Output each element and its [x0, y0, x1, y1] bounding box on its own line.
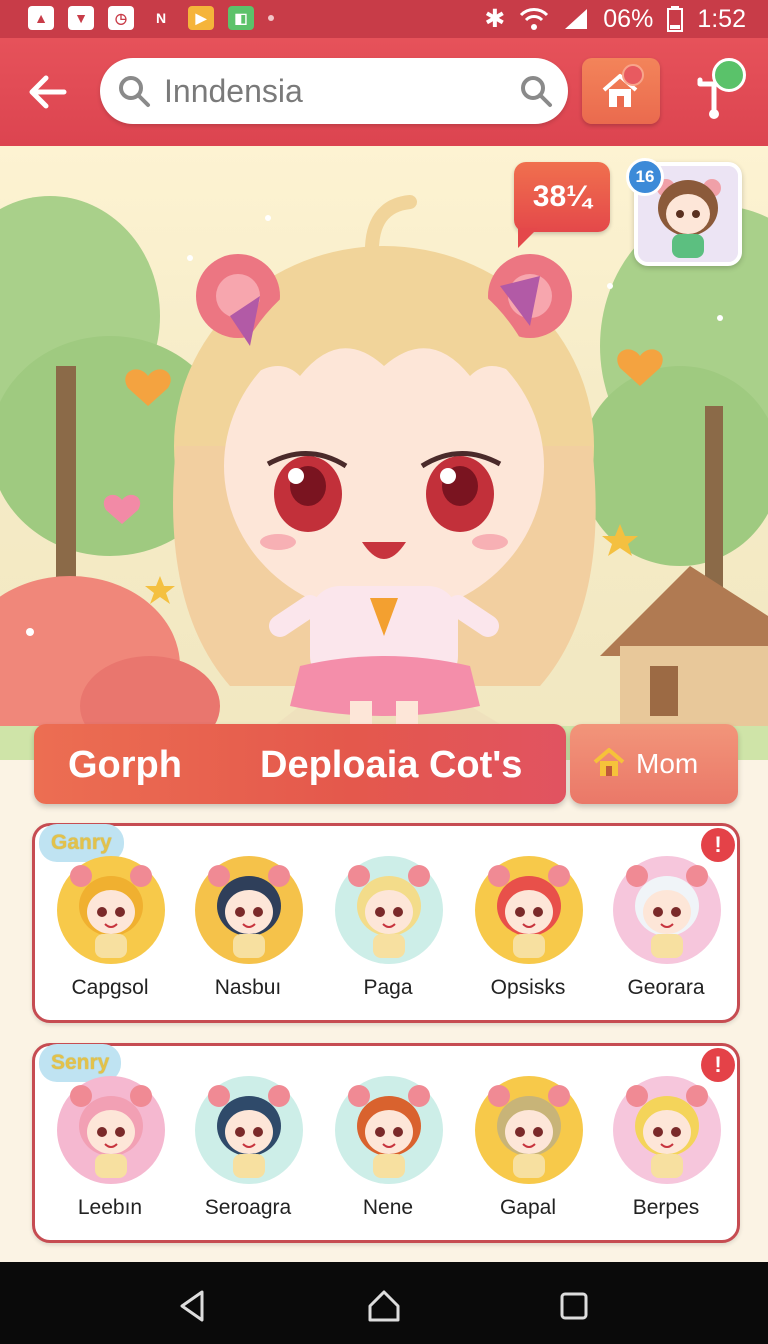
character-name: Capgsol: [71, 976, 149, 999]
battery-icon: [667, 6, 684, 32]
character-avatar: [195, 856, 303, 964]
character-item[interactable]: Opsisks: [463, 854, 593, 1014]
app-header: [0, 38, 768, 146]
search-icon: [119, 76, 150, 107]
battery-percent: 06%: [603, 5, 654, 33]
character-name: Gapal: [499, 1196, 557, 1219]
character-item[interactable]: Berpes: [601, 1074, 731, 1234]
home-button[interactable]: [582, 58, 660, 124]
character-row-2: Senry ! Leebın Seroagra Nene Gapal Berpes: [32, 1043, 740, 1243]
more-notifications-dot: [268, 15, 274, 21]
app-notification-icon: ▲: [28, 6, 54, 30]
status-bar: ▲ ▼ ◷ N ▶ ◧ ✱ 06% 1:52: [0, 0, 768, 38]
character-avatar: [57, 1076, 165, 1184]
character-item[interactable]: Gapal: [463, 1074, 593, 1234]
house-icon: [593, 748, 625, 776]
android-nav-bar: [0, 1262, 768, 1344]
chat-badge-icon: [712, 58, 746, 92]
gorph-deploy-button[interactable]: Gorph Deploaia Cot's: [34, 724, 566, 804]
character-name: Nasbuı: [214, 976, 282, 999]
character-item[interactable]: Seroagra: [183, 1074, 313, 1234]
character-item[interactable]: Leebın: [45, 1074, 175, 1234]
character-item[interactable]: Nene: [323, 1074, 453, 1234]
wifi-icon: [520, 8, 549, 30]
character-name: Leebın: [77, 1196, 143, 1219]
signal-icon: [565, 9, 588, 29]
mom-button[interactable]: Mom: [570, 724, 738, 804]
back-arrow-icon[interactable]: [24, 66, 72, 118]
deploaia-label: Deploaia Cot's: [260, 744, 523, 786]
character-name: Paga: [363, 976, 413, 999]
character-avatar: [195, 1076, 303, 1184]
character-item[interactable]: Capgsol: [45, 854, 175, 1014]
character-avatar: [475, 856, 583, 964]
clock-notification-icon: ◷: [108, 6, 134, 30]
download-notification-icon: ▼: [68, 6, 94, 30]
notification-icons: ▲ ▼ ◷ N ▶ ◧: [28, 6, 274, 30]
character-avatar: [613, 1076, 721, 1184]
nav-recents-icon[interactable]: [554, 1286, 594, 1326]
character-row-1: Ganry ! Capgsol Nasbuı Paga Opsisks Georara: [32, 823, 740, 1023]
search-input[interactable]: [164, 68, 494, 114]
character-avatar: [57, 856, 165, 964]
search-submit-icon[interactable]: [518, 73, 554, 109]
netflix-notification-icon: N: [155, 10, 167, 26]
character-item[interactable]: Nasbuı: [183, 854, 313, 1014]
mom-label: Mom: [636, 748, 699, 779]
character-name: Berpes: [632, 1196, 700, 1219]
character-avatar: [475, 1076, 583, 1184]
gorph-label: Gorph: [68, 744, 182, 786]
nav-back-icon[interactable]: [174, 1286, 214, 1326]
play-notification-icon: ▶: [188, 6, 214, 30]
character-name: Opsisks: [490, 976, 566, 999]
nav-home-icon[interactable]: [364, 1286, 404, 1326]
character-name: Seroagra: [204, 1196, 292, 1219]
clock-time: 1:52: [697, 5, 746, 33]
home-notification-badge: [622, 64, 644, 86]
level-badge: 16: [626, 158, 664, 196]
character-item[interactable]: Paga: [323, 854, 453, 1014]
score-speech-bubble[interactable]: 38¼: [514, 162, 610, 248]
image-notification-icon: ◧: [228, 6, 254, 30]
character-avatar: [335, 1076, 443, 1184]
character-avatar: [613, 856, 721, 964]
search-bar[interactable]: [100, 58, 568, 124]
character-avatar: [335, 856, 443, 964]
character-hero: 38¼ 16: [0, 146, 768, 760]
system-status: ✱ 06% 1:52: [484, 4, 746, 34]
character-item[interactable]: Georara: [601, 854, 731, 1014]
bluetooth-icon: ✱: [484, 5, 506, 33]
character-name: Nene: [362, 1196, 414, 1219]
character-name: Georara: [627, 976, 705, 999]
